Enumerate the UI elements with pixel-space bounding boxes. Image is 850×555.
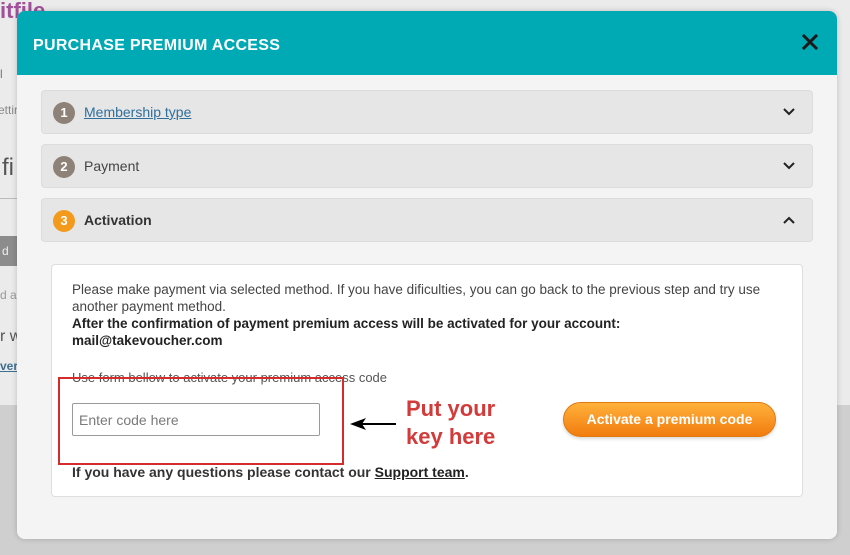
background-text: d a: [0, 288, 17, 302]
support-prefix: If you have any questions please contact…: [72, 464, 371, 480]
chevron-down-icon: [783, 108, 795, 116]
payment-instructions: Please make payment via selected method.…: [72, 282, 761, 314]
arrow-left-icon: [350, 418, 396, 430]
account-email: mail@takevoucher.com: [72, 333, 223, 348]
support-team-link[interactable]: Support team: [375, 464, 465, 480]
modal-title: PURCHASE PREMIUM ACCESS: [33, 37, 281, 54]
support-suffix: .: [464, 464, 469, 480]
step-number-badge: 3: [53, 210, 75, 232]
modal-body: 1 Membership type 2 Payment 3 Activation…: [17, 75, 837, 539]
step-membership-type[interactable]: 1 Membership type: [41, 90, 813, 134]
annotation-line-1: Put your: [406, 396, 496, 421]
background-heading: fi: [2, 154, 14, 181]
chevron-down-icon: [783, 162, 795, 170]
step-payment[interactable]: 2 Payment: [41, 144, 813, 188]
background-button: d: [0, 236, 18, 266]
annotation-text: Put your key here: [406, 395, 536, 451]
annotation-highlight-box: [58, 377, 344, 465]
modal-header: PURCHASE PREMIUM ACCESS: [17, 11, 837, 75]
step-label-payment: Payment: [84, 158, 140, 174]
close-icon: [801, 33, 819, 51]
confirmation-text: After the confirmation of payment premiu…: [72, 315, 792, 349]
step-label-activation: Activation: [84, 212, 152, 228]
background-link: ver: [0, 359, 19, 373]
step-number-badge: 2: [53, 156, 75, 178]
support-text: If you have any questions please contact…: [72, 464, 469, 480]
close-button[interactable]: [799, 31, 821, 53]
step-activation[interactable]: 3 Activation: [41, 198, 813, 242]
step-label-membership-type[interactable]: Membership type: [84, 104, 191, 120]
chevron-up-icon: [783, 216, 795, 224]
background-text: l: [0, 67, 3, 81]
activate-premium-code-button[interactable]: Activate a premium code: [563, 402, 776, 437]
annotation-line-2: key here: [406, 424, 496, 449]
background-divider: [0, 198, 18, 199]
step-number-badge: 1: [53, 102, 75, 124]
confirmation-line: After the confirmation of payment premiu…: [72, 316, 621, 331]
